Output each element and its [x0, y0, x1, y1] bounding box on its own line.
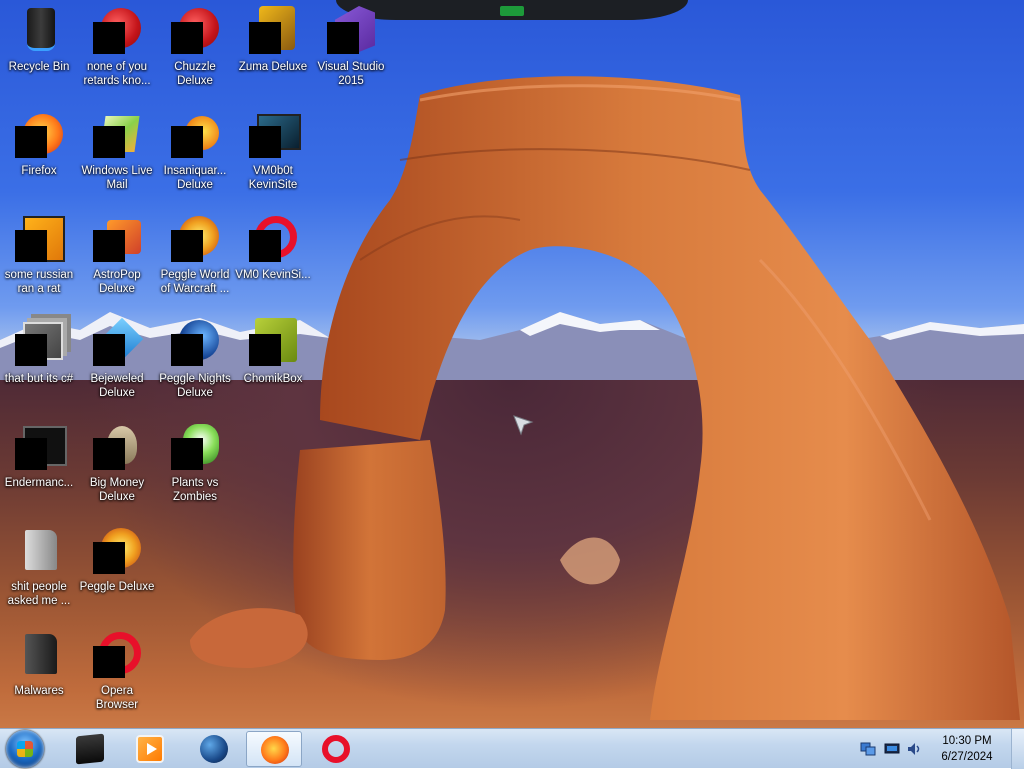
desktop-icon-label: Zuma Deluxe [238, 61, 308, 73]
peggle-wow-icon [171, 214, 219, 262]
desktop-icon-label: Windows Live Mail [81, 165, 153, 191]
top-bar-handle[interactable] [500, 6, 524, 16]
firefox-icon [15, 110, 63, 158]
bejeweled-icon [93, 317, 144, 366]
desktop-icon-endermanch[interactable]: Endermanc... [0, 420, 78, 520]
network-icon[interactable] [860, 741, 876, 757]
desktop-icon-label: some russian ran a rat [4, 269, 74, 295]
desktop-icon-windows-live-mail[interactable]: Windows Live Mail [78, 108, 156, 208]
desktop-icon-bejeweled[interactable]: Bejeweled Deluxe [78, 316, 156, 416]
desktop-icon-label: Malwares [14, 685, 64, 697]
desktop-icon-big-money[interactable]: Big Money Deluxe [78, 420, 156, 520]
windows-start-orb-icon [17, 741, 33, 757]
desktop-icon-label: VM0 KevinSi... [235, 269, 311, 281]
taskbar-button-terminal[interactable] [62, 731, 118, 767]
desktop-icon-label: Insaniquar... Deluxe [163, 165, 227, 191]
desktop-icon-label: Firefox [21, 165, 57, 177]
desktop-icon-some-russian[interactable]: some russian ran a rat [0, 212, 78, 312]
desktop-icon-zuma[interactable]: Zuma Deluxe [234, 4, 312, 104]
desktop-icon-label: shit people asked me ... [7, 581, 71, 607]
terminal-icon [15, 422, 67, 470]
desktop-icon-chomikbox[interactable]: ChomikBox [234, 316, 312, 416]
desktop-icon-label: ChomikBox [243, 373, 303, 385]
desktop-icon-label: Bejeweled Deluxe [90, 373, 144, 399]
desktop-icon-that-but-its-csharp[interactable]: that but its c# [0, 316, 78, 416]
taskbar: 10:30 PM 6/27/2024 [0, 728, 1024, 769]
chomikbox-icon [249, 318, 297, 366]
peggle-nights-icon [171, 318, 219, 366]
orange-file-icon [15, 214, 65, 262]
recycle-bin-icon [15, 6, 63, 54]
desktop-icon-label: Visual Studio 2015 [317, 61, 385, 87]
desktop-icon-visual-studio[interactable]: Visual Studio 2015 [312, 4, 390, 104]
taskbar-button-opera[interactable] [308, 731, 364, 767]
start-button[interactable] [6, 730, 44, 768]
desktop-icon-people-asked[interactable]: shit people asked me ... [0, 524, 78, 624]
desktop-icon-astropop[interactable]: AstroPop Deluxe [78, 212, 156, 312]
desktop-icon-label: VM0b0t KevinSite [248, 165, 298, 191]
monitor-icon [249, 110, 301, 158]
red-orb-icon [93, 6, 141, 54]
desktop-icon-label: Peggle Nights Deluxe [159, 373, 231, 399]
media-player-icon [136, 735, 164, 763]
volume-icon[interactable] [906, 741, 922, 757]
mouse-cursor-icon [513, 415, 534, 436]
desktop-icon-label: Peggle World of Warcraft ... [160, 269, 230, 295]
dark-folder-icon [15, 630, 63, 678]
desktop-icon-peggle-wow[interactable]: Peggle World of Warcraft ... [156, 212, 234, 312]
desktop-icon-label: Endermanc... [4, 477, 74, 489]
clock-time: 10:30 PM [942, 735, 992, 747]
astropop-icon [93, 214, 141, 262]
desktop-icon-label: Opera Browser [95, 685, 139, 711]
clock-date: 6/27/2024 [941, 751, 993, 763]
desktop-icon-peggle-deluxe[interactable]: Peggle Deluxe [78, 524, 156, 624]
desktop-icon-recycle-bin[interactable]: Recycle Bin [0, 4, 78, 104]
insaniquarium-icon [171, 110, 219, 158]
display-icon[interactable] [884, 741, 900, 757]
opera-icon [249, 214, 297, 262]
folder-icon [15, 526, 63, 574]
desktop-icon-firefox[interactable]: Firefox [0, 108, 78, 208]
big-money-icon [93, 422, 141, 470]
windows-live-mail-icon [93, 110, 141, 158]
firefox-icon [261, 736, 289, 764]
system-tray: 10:30 PM 6/27/2024 [854, 729, 1024, 769]
desktop-icon-insaniquarium[interactable]: Insaniquar... Deluxe [156, 108, 234, 208]
stacked-windows-icon [15, 318, 63, 366]
desktop-icon-label: that but its c# [4, 373, 74, 385]
desktop-icon-label: Peggle Deluxe [79, 581, 155, 593]
desktop-icon-plants-vs-zombies[interactable]: Plants vs Zombies [156, 420, 234, 520]
clock[interactable]: 10:30 PM 6/27/2024 [932, 733, 1002, 765]
desktop-icon-label: Recycle Bin [8, 61, 70, 73]
taskbar-button-globe[interactable] [186, 731, 242, 767]
desktop-icon-none-of-you[interactable]: none of you retards kno... [78, 4, 156, 104]
opera-icon [322, 735, 350, 763]
taskbar-button-media-player[interactable] [122, 731, 178, 767]
desktop-icon-chuzzle[interactable]: Chuzzle Deluxe [156, 4, 234, 104]
desktop-icon-label: none of you retards kno... [83, 61, 151, 87]
globe-icon [200, 735, 228, 763]
desktop-icon-vm0b0t-kevinsite[interactable]: VM0b0t KevinSite [234, 108, 312, 208]
desktop-icon-malwares[interactable]: Malwares [0, 628, 78, 728]
desktop-icon-label: Big Money Deluxe [89, 477, 145, 503]
opera-icon [93, 630, 141, 678]
peggle-icon [93, 526, 141, 574]
terminal-icon [76, 733, 104, 765]
desktop-icon-peggle-nights[interactable]: Peggle Nights Deluxe [156, 316, 234, 416]
plants-vs-zombies-icon [171, 422, 219, 470]
desktop-icon-label: AstroPop Deluxe [93, 269, 141, 295]
desktop-icon-opera-browser[interactable]: Opera Browser [78, 628, 156, 728]
visual-studio-icon [327, 6, 375, 54]
chuzzle-icon [171, 6, 219, 54]
show-desktop-button[interactable] [1011, 729, 1024, 769]
taskbar-button-firefox[interactable] [246, 731, 302, 767]
zuma-icon [249, 6, 297, 54]
desktop-icon-vm0-kevinsite[interactable]: VM0 KevinSi... [234, 212, 312, 312]
desktop-icon-label: Plants vs Zombies [171, 477, 219, 503]
desktop-icon-label: Chuzzle Deluxe [174, 61, 216, 87]
